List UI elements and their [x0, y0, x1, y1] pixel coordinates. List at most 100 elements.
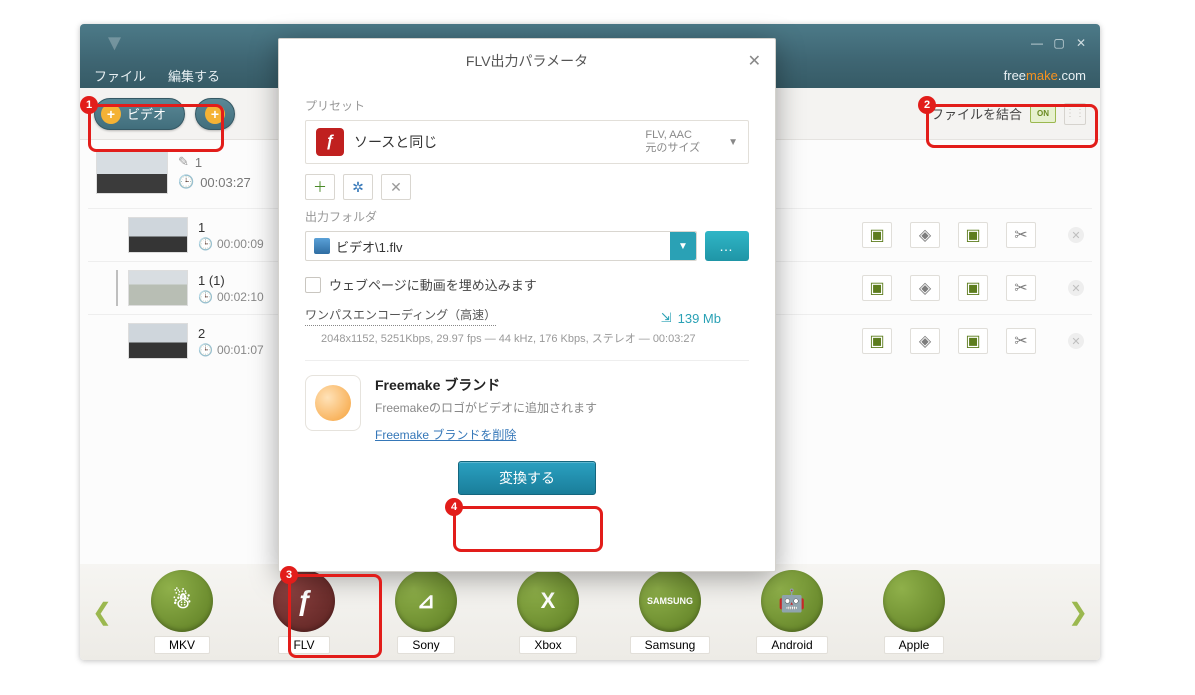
join-files-label: ファイルを結合 [931, 104, 1022, 123]
mkv-icon: ☃ [151, 570, 213, 632]
format-label: Sony [397, 636, 454, 654]
add-more-button[interactable]: + [195, 98, 235, 130]
edit-preset-button[interactable]: ✲ [343, 174, 373, 200]
clock-icon: 🕒 [198, 290, 213, 304]
format-android[interactable]: 🤖 Android [740, 570, 844, 654]
brand-title: Freemake ブランド [375, 375, 597, 395]
thumbnail [128, 217, 188, 253]
embed-video-checkbox[interactable] [305, 277, 321, 293]
master-duration: 00:03:27 [200, 175, 251, 190]
encoding-mode-link[interactable]: ワンパスエンコーディング（高速） [305, 306, 496, 326]
play-button[interactable]: ▣ [862, 328, 892, 354]
layout-options-button[interactable]: ⋮⋮ [1064, 103, 1086, 125]
format-label: Android [756, 636, 827, 654]
preset-meta: FLV, AAC元のサイズ [645, 129, 700, 155]
master-name: 1 [195, 155, 202, 170]
dialog-title-bar: FLV出力パラメータ ✕ [279, 39, 775, 83]
apple-icon [883, 570, 945, 632]
output-params-dialog: FLV出力パラメータ ✕ プリセット ƒ ソースと同じ FLV, AAC元のサイ… [278, 38, 776, 572]
brand-subtitle: Freemakeのロゴがビデオに追加されます [375, 399, 597, 416]
film-icon [314, 238, 330, 254]
preset-dropdown[interactable]: ƒ ソースと同じ FLV, AAC元のサイズ ▼ [305, 120, 749, 164]
format-samsung[interactable]: SAMSUNG Samsung [618, 570, 722, 654]
clock-icon: 🕒 [198, 237, 213, 251]
encoding-details: 2048x1152, 5251Kbps, 29.97 fps — 44 kHz,… [321, 330, 749, 346]
close-button[interactable]: ✕ [1074, 36, 1088, 50]
add-video-button[interactable]: + ビデオ [94, 98, 185, 130]
app-logo: ▼ [80, 24, 150, 62]
format-label: FLV [278, 636, 329, 654]
format-mkv[interactable]: ☃ MKV [130, 570, 234, 654]
preset-section-label: プリセット [305, 97, 749, 114]
output-path-field[interactable]: ビデオ\1.flv ▼ [305, 231, 697, 261]
remove-button[interactable]: ✕ [1068, 280, 1084, 296]
flv-icon: ƒ [273, 570, 335, 632]
dialog-close-button[interactable]: ✕ [748, 51, 761, 71]
maximize-button[interactable]: ▢ [1052, 36, 1066, 50]
thumbnail [128, 323, 188, 359]
android-icon: 🤖 [761, 570, 823, 632]
preset-name: ソースと同じ [354, 132, 635, 152]
delete-preset-button[interactable]: ✕ [381, 174, 411, 200]
branding-row: Freemake ブランド Freemakeのロゴがビデオに追加されます Fre… [305, 375, 749, 443]
remove-button[interactable]: ✕ [1068, 227, 1084, 243]
clip-name: 1 (1) [198, 273, 264, 288]
cut-button[interactable]: ✂ [1006, 275, 1036, 301]
thumbnail [128, 270, 188, 306]
browse-button[interactable]: … [705, 231, 749, 261]
clip-name: 1 [198, 220, 264, 235]
play-button[interactable]: ▣ [958, 275, 988, 301]
convert-button[interactable]: 変換する [458, 461, 596, 495]
add-video-label: ビデオ [127, 104, 166, 123]
format-flv[interactable]: ƒ FLV [252, 570, 356, 654]
cut-button[interactable]: ✂ [1006, 328, 1036, 354]
join-files-group: ファイルを結合 ON ⋮⋮ [931, 103, 1086, 125]
join-files-toggle[interactable]: ON [1030, 105, 1056, 123]
settings-button[interactable]: ◈ [910, 328, 940, 354]
plus-icon: + [101, 104, 121, 124]
output-format-strip: ❮ ☃ MKV ƒ FLV ⊿Sony X Xbox SAMSUNG Samsung 🤖… [80, 564, 1100, 660]
format-label: MKV [154, 636, 210, 654]
settings-button[interactable]: ◈ [910, 275, 940, 301]
menu-edit[interactable]: 編集する [168, 66, 220, 85]
output-path-value: ビデオ\1.flv [336, 237, 402, 256]
menu-file[interactable]: ファイル [94, 66, 146, 85]
xbox-icon: X [517, 570, 579, 632]
remove-button[interactable]: ✕ [1068, 333, 1084, 349]
scroll-right-button[interactable]: ❯ [1068, 598, 1088, 627]
scroll-left-button[interactable]: ❮ [92, 598, 112, 627]
play-button[interactable]: ▣ [958, 328, 988, 354]
play-button[interactable]: ▣ [958, 222, 988, 248]
brand-logo-icon [305, 375, 361, 431]
play-button[interactable]: ▣ [862, 222, 892, 248]
brand-link[interactable]: freemake.com [1004, 67, 1086, 84]
edit-icon: ✎ [178, 154, 189, 170]
play-button[interactable]: ▣ [862, 275, 892, 301]
samsung-icon: SAMSUNG [639, 570, 701, 632]
clock-icon: 🕒 [178, 174, 194, 190]
clip-duration: 00:01:07 [217, 343, 264, 357]
cut-button[interactable]: ✂ [1006, 222, 1036, 248]
chevron-down-icon: ▼ [728, 137, 738, 148]
download-icon: ⇲ [661, 310, 672, 326]
output-folder-label: 出力フォルダ [305, 208, 749, 225]
format-label: Apple [884, 636, 945, 654]
format-sony[interactable]: ⊿Sony [374, 570, 478, 654]
divider [305, 360, 749, 361]
clip-duration: 00:00:09 [217, 237, 264, 251]
clip-duration: 00:02:10 [217, 290, 264, 304]
dialog-title: FLV出力パラメータ [466, 51, 588, 71]
format-label: Xbox [519, 636, 576, 654]
plus-icon: + [205, 104, 225, 124]
minimize-button[interactable]: — [1030, 36, 1044, 50]
settings-button[interactable]: ◈ [910, 222, 940, 248]
format-xbox[interactable]: X Xbox [496, 570, 600, 654]
clip-name: 2 [198, 326, 264, 341]
remove-brand-link[interactable]: Freemake ブランドを削除 [375, 426, 597, 443]
clock-icon: 🕒 [198, 343, 213, 357]
path-dropdown-button[interactable]: ▼ [670, 232, 696, 260]
add-preset-button[interactable]: ＋ [305, 174, 335, 200]
format-label: Samsung [630, 636, 711, 654]
thumbnail [96, 150, 168, 194]
format-apple[interactable]: Apple [862, 570, 966, 654]
